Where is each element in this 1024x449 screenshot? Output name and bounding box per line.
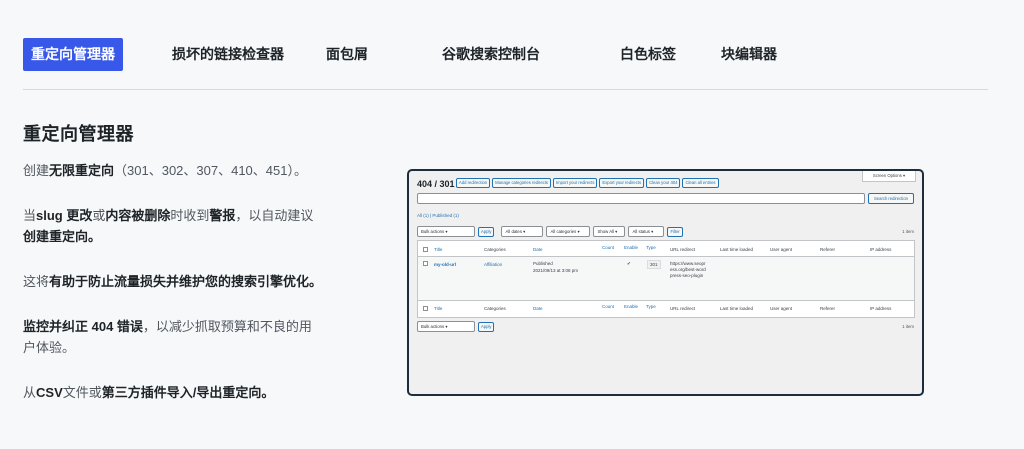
select-all-checkbox <box>423 247 428 252</box>
status-filter-links: All (1) | Published (1) <box>417 213 459 218</box>
tab-google-search-console[interactable]: 谷歌搜索控制台 <box>442 38 540 71</box>
table-row: my-old-url Affiliation Published 2021/09… <box>418 257 914 301</box>
select-all-checkbox-bottom <box>423 306 428 311</box>
categories-select: All categories ▾ <box>546 226 591 237</box>
shot-search-input <box>417 193 865 204</box>
table-footer: Title Categories Date Count Enable Type … <box>418 301 914 317</box>
row-title: my-old-url <box>434 262 456 267</box>
col-type: Type <box>646 245 656 250</box>
row-date: 2021/09/13 at 3:08 pm <box>533 268 579 273</box>
foot-col-url-redirect: URL redirect <box>670 306 696 311</box>
add-redirection-button: Add redirection <box>456 178 491 188</box>
status-select: All status ▾ <box>628 226 665 237</box>
foot-col-date: Date <box>533 306 543 311</box>
feature-tabs: 重定向管理器 损坏的链接检查器 面包屑 谷歌搜索控制台 白色标签 块编辑器 <box>23 38 983 71</box>
tabs-divider <box>23 89 988 90</box>
foot-col-ip-address: IP address <box>870 306 892 311</box>
shot-action-buttons: Add redirection Manage categories redire… <box>456 178 719 188</box>
feature-point-2: 当slug 更改或内容被删除时收到警报，以自动建议创建重定向。 <box>23 208 314 244</box>
redirect-manager-screenshot: 404 / 301 Add redirection Manage categor… <box>407 169 924 396</box>
redirects-table: Title Categories Date Count Enable Type … <box>417 240 915 318</box>
section-heading: 重定向管理器 <box>23 124 134 144</box>
row-category: Affiliation <box>484 262 503 267</box>
tab-breadcrumbs[interactable]: 面包屑 <box>326 38 368 71</box>
row-enable-check: ✔ <box>627 261 631 266</box>
col-enable: Enable <box>624 245 639 250</box>
tab-broken-link-checker[interactable]: 损坏的链接检查器 <box>172 38 284 71</box>
apply-button: Apply <box>478 226 495 237</box>
col-title: Title <box>434 247 443 252</box>
row-checkbox <box>423 261 428 266</box>
col-categories: Categories <box>484 247 506 252</box>
manage-categories-button: Manage categories redirects <box>492 178 552 188</box>
col-user-agent: User agent <box>770 247 793 252</box>
foot-col-user-agent: User agent <box>770 306 793 311</box>
table-header: Title Categories Date Count Enable Type … <box>418 241 914 257</box>
col-date: Date <box>533 247 543 252</box>
tab-block-editor[interactable]: 块编辑器 <box>721 38 777 71</box>
shot-filters-top: Bulk actions ▾ Apply All dates ▾ All cat… <box>417 226 683 237</box>
col-referer: Referer <box>820 247 836 252</box>
bulk-actions-select: Bulk actions ▾ <box>417 226 475 237</box>
row-type-badge: 301 <box>647 260 661 269</box>
col-ip-address: IP address <box>870 247 892 252</box>
shot-filters-bottom: Bulk actions ▾ Apply <box>417 321 495 332</box>
row-date-status: Published <box>533 261 553 266</box>
item-count-bottom: 1 item <box>902 324 914 329</box>
import-redirects-button: Import your redirects <box>553 178 598 188</box>
show-select: Show All ▾ <box>593 226 626 237</box>
tab-white-label[interactable]: 白色标签 <box>620 38 676 71</box>
foot-col-last-loaded: Last time loaded <box>720 306 754 311</box>
foot-col-enable: Enable <box>624 304 639 309</box>
shot-title: 404 / 301 <box>417 179 455 189</box>
item-count-top: 1 item <box>902 229 914 234</box>
apply-button-bottom: Apply <box>478 321 495 332</box>
col-last-loaded: Last time loaded <box>720 247 754 252</box>
bulk-actions-select-bottom: Bulk actions ▾ <box>417 321 475 332</box>
tab-redirect-manager[interactable]: 重定向管理器 <box>23 38 123 71</box>
foot-col-referer: Referer <box>820 306 836 311</box>
screen-options-tab: Screen Options ▾ <box>862 171 916 182</box>
export-redirects-button: Export your redirects <box>599 178 645 188</box>
foot-col-type: Type <box>646 304 656 309</box>
foot-col-title: Title <box>434 306 443 311</box>
feature-point-1: 创建无限重定向（301、302、307、410、451）。 <box>23 163 307 178</box>
filter-button: Filter <box>667 226 683 237</box>
feature-point-5: 从CSV文件或第三方插件导入/导出重定向。 <box>23 385 275 400</box>
feature-point-4: 监控并纠正 404 错误，以减少抓取预算和不良的用户体验。 <box>23 319 312 355</box>
feature-description: 重定向管理器 创建无限重定向（301、302、307、410、451）。 当sl… <box>23 120 323 427</box>
row-url: https://www.seopress.org/best-wordpress-… <box>670 261 706 278</box>
feature-point-3: 这将有助于防止流量损失并维护您的搜索引擎优化。 <box>23 274 323 289</box>
search-redirection-button: Search redirection <box>868 193 914 204</box>
dates-select: All dates ▾ <box>501 226 544 237</box>
col-url-redirect: URL redirect <box>670 247 696 252</box>
clean-all-button: Clean all entries <box>682 178 719 188</box>
foot-col-count: Count <box>602 304 615 309</box>
foot-col-categories: Categories <box>484 306 506 311</box>
col-count: Count <box>602 245 615 250</box>
clean-404-button: Clean your 404 <box>646 178 681 188</box>
